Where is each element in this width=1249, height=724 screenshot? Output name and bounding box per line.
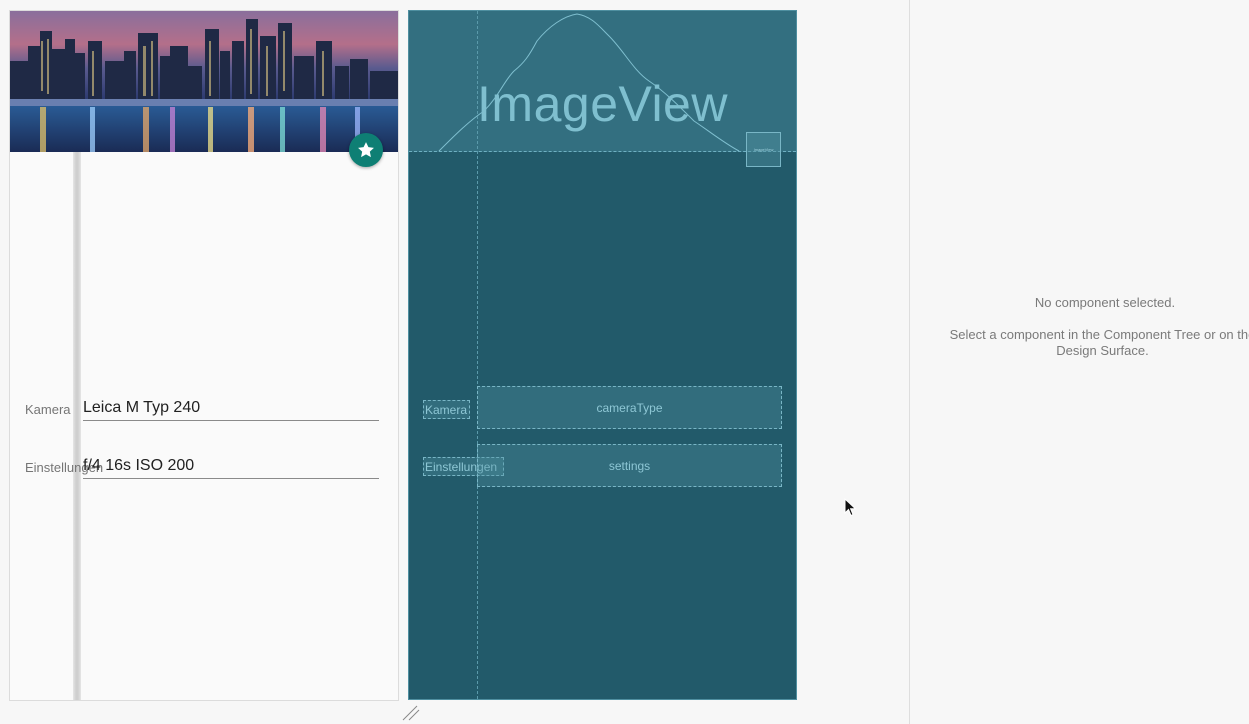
no-selection-hint: Select a component in the Component Tree… (949, 327, 1249, 358)
city-skyline-image (10, 11, 398, 152)
resize-handle-icon[interactable] (401, 704, 421, 722)
blueprint-imageview[interactable]: ImageView (409, 11, 796, 152)
blueprint-settings[interactable]: settings (477, 444, 782, 487)
no-selection-title: No component selected. (1034, 295, 1176, 310)
camera-type-field[interactable]: Leica M Typ 240 (83, 397, 379, 421)
design-surface[interactable]: Kamera Leica M Typ 240 Einstellungen f/4… (9, 10, 399, 701)
favorite-fab[interactable] (349, 133, 383, 167)
blueprint-kamera-text: Kamera (425, 402, 468, 417)
blueprint-guideline[interactable] (477, 11, 478, 699)
blueprint-surface[interactable]: ImageView ImageView Kamera cameraType Ei… (408, 10, 797, 700)
attributes-panel: No component selected. Select a componen… (910, 0, 1249, 724)
settings-field[interactable]: f/4 16s ISO 200 (83, 455, 379, 479)
kamera-label: Kamera (25, 402, 71, 417)
blueprint-kamera-label[interactable]: Kamera (423, 400, 470, 419)
blueprint-settings-text: settings (608, 458, 651, 473)
header-image[interactable] (10, 11, 398, 152)
blueprint-fab-label: ImageView (753, 147, 774, 152)
imageview-label: ImageView (477, 76, 728, 132)
blueprint-camera-type-text: cameraType (596, 400, 663, 415)
blueprint-camera-type[interactable]: cameraType (477, 386, 782, 429)
vertical-guideline[interactable] (73, 152, 81, 700)
blueprint-fab[interactable]: ImageView (746, 132, 781, 167)
star-icon (358, 142, 374, 158)
mouse-cursor-icon (844, 498, 857, 517)
